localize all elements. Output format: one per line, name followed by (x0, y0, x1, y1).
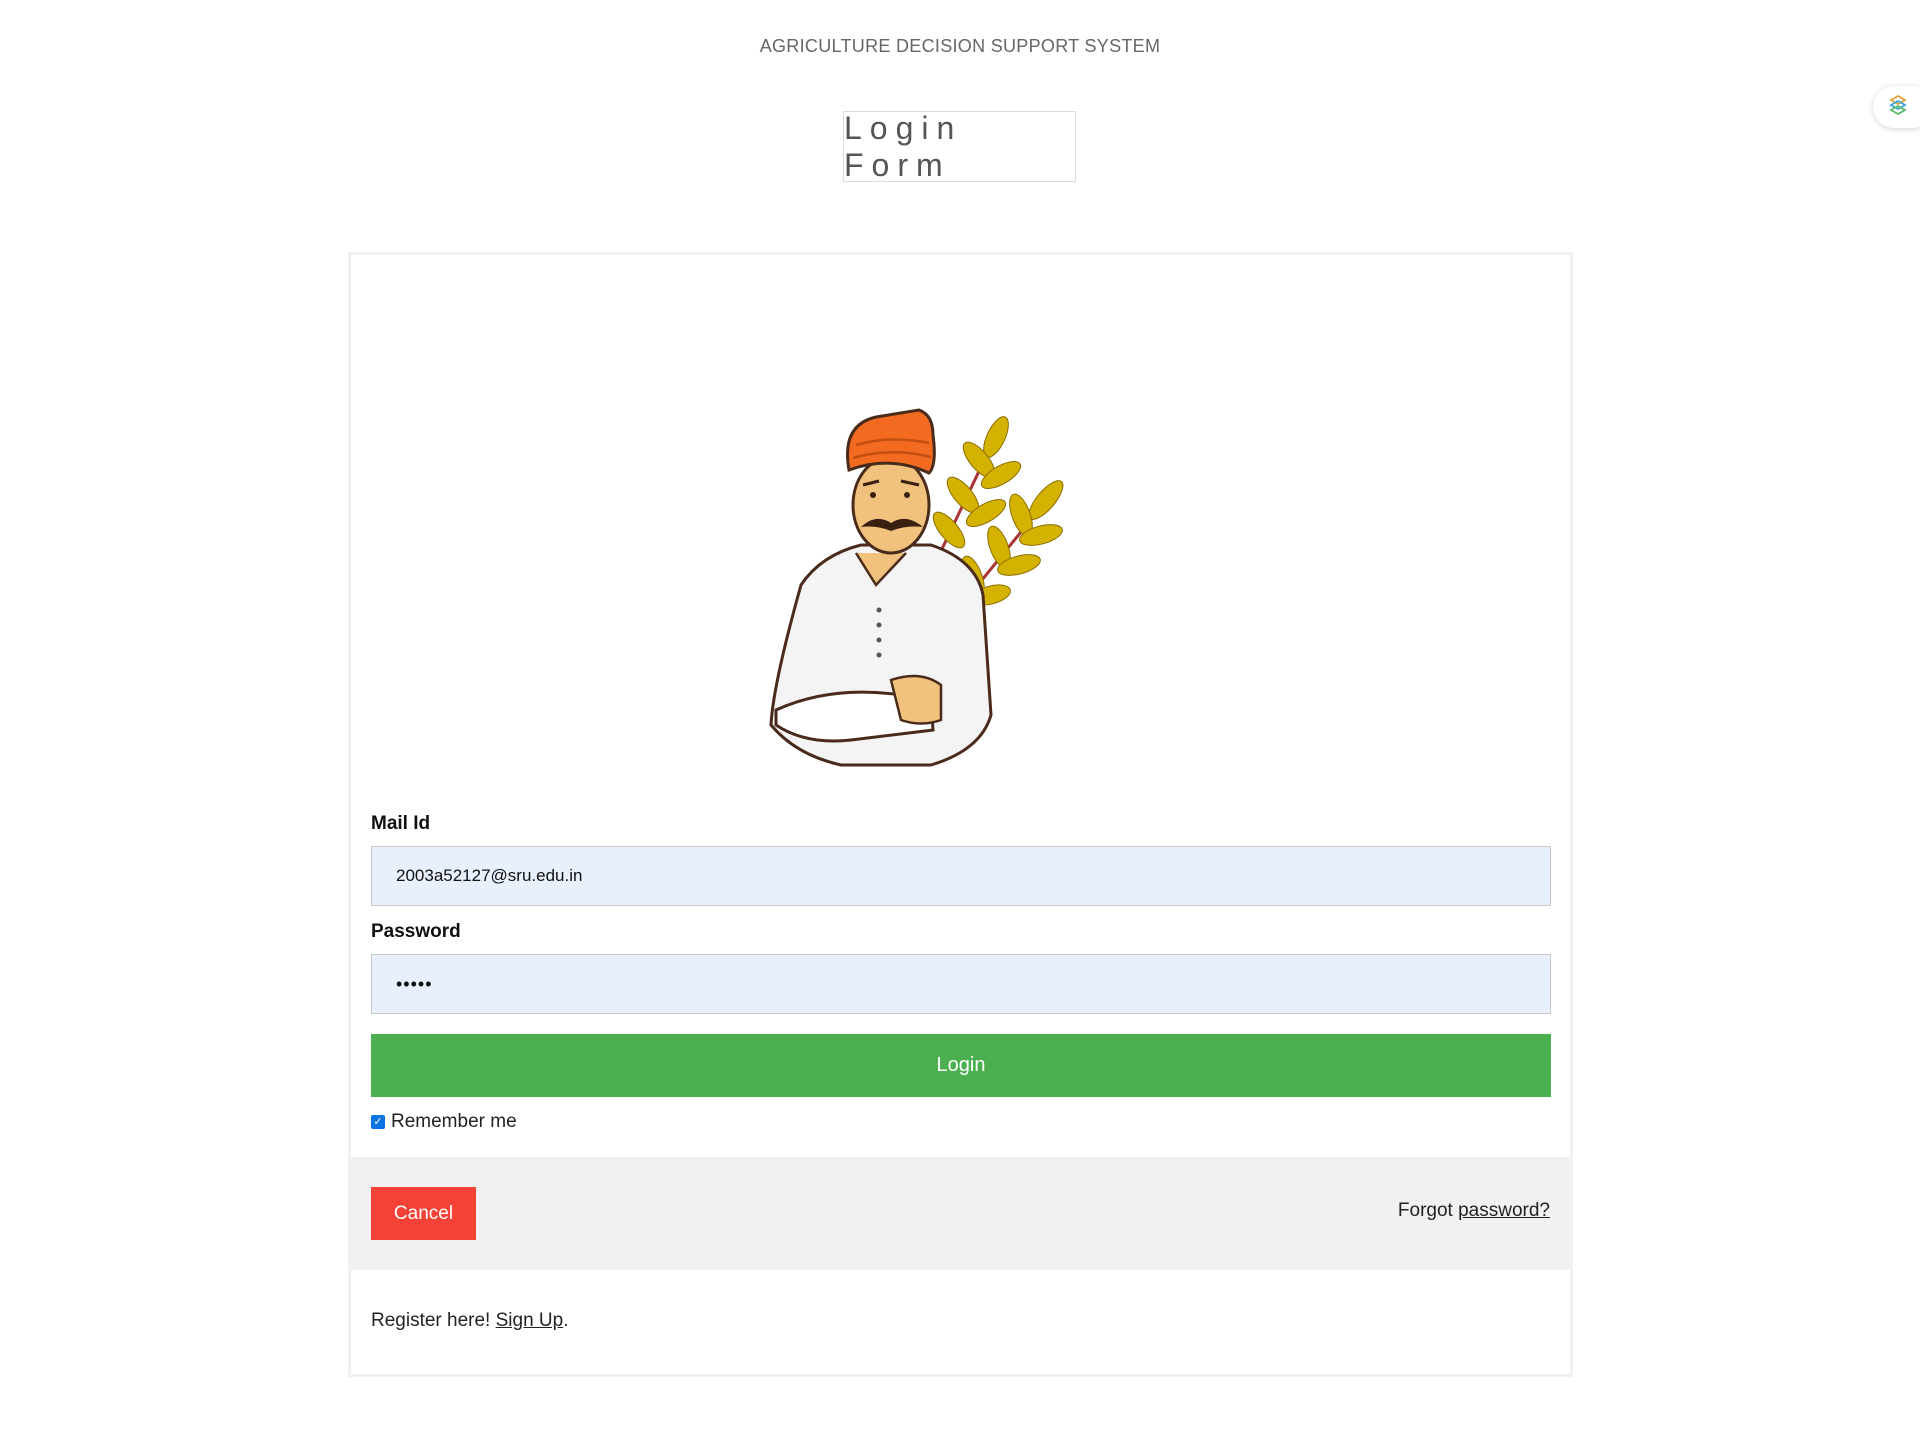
login-button[interactable]: Login (371, 1034, 1551, 1097)
register-prefix: Register here! (371, 1310, 496, 1331)
mail-input[interactable]: 2003a52127@sru.edu.in (371, 846, 1551, 906)
password-input[interactable]: ••••• (371, 954, 1551, 1014)
register-suffix: . (563, 1310, 569, 1331)
form-heading: Login Form (843, 110, 1076, 183)
signup-link[interactable]: Sign Up (496, 1310, 564, 1331)
remember-me[interactable]: ✓ Remember me (371, 1111, 517, 1133)
farmer-figure (769, 408, 993, 767)
register-line: Register here! Sign Up. (371, 1310, 569, 1332)
forgot-password: Forgot password? (1398, 1200, 1550, 1222)
remember-label: Remember me (391, 1111, 517, 1132)
mail-label: Mail Id (371, 813, 431, 834)
remember-checkbox[interactable]: ✓ (371, 1115, 385, 1129)
farmer-illustration (701, 355, 1201, 875)
site-title: AGRICULTURE DECISION SUPPORT SYSTEM (759, 36, 1161, 56)
login-card: Mail Id 2003a52127@sru.edu.in Password •… (348, 252, 1573, 1377)
footer-bar: Cancel Forgot password? (351, 1157, 1570, 1270)
extension-widget[interactable] (1873, 86, 1920, 128)
forgot-password-link[interactable]: password? (1458, 1200, 1550, 1221)
login-page: AGRICULTURE DECISION SUPPORT SYSTEM Logi… (0, 0, 1920, 1438)
extension-icon (1887, 94, 1909, 121)
password-label: Password (371, 921, 461, 942)
forgot-prefix: Forgot (1397, 1200, 1459, 1221)
cancel-button[interactable]: Cancel (371, 1187, 476, 1240)
